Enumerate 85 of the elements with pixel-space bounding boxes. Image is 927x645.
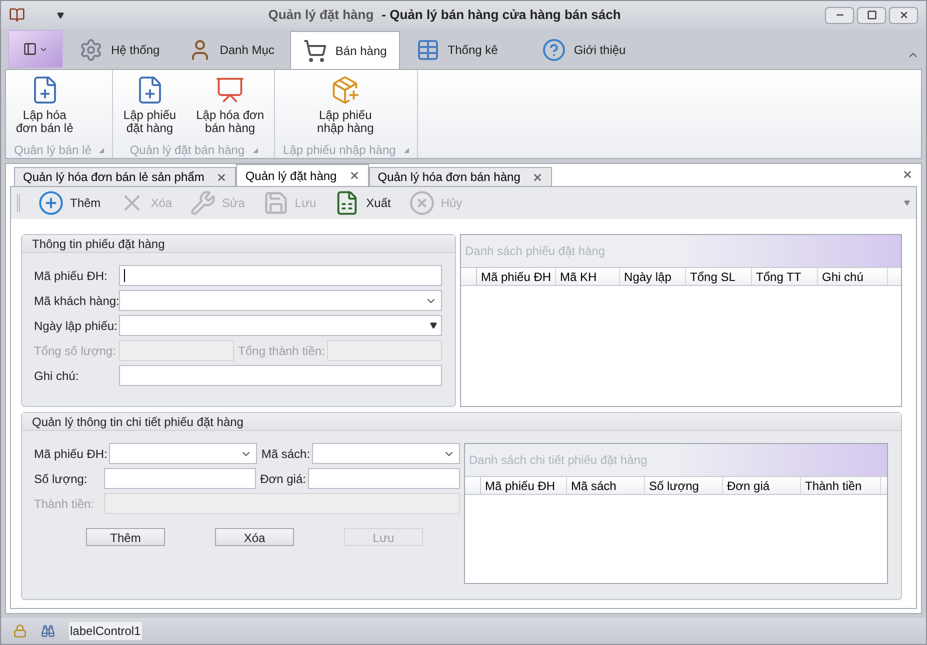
grid-caption: Danh sách phiếu đặt hàng — [465, 243, 606, 260]
form-button[interactable]: Xóa — [215, 528, 294, 546]
document-tab[interactable]: Quản lý hóa đơn bán hàng — [368, 167, 552, 186]
ribbon-group-label: Lập phiếu nhập hàng — [283, 142, 396, 159]
column-header[interactable]: Thành tiền — [801, 477, 881, 494]
toolbar-button[interactable]: Thêm — [38, 190, 101, 216]
column-header[interactable]: Ghi chú — [818, 268, 888, 285]
close-icon[interactable] — [902, 169, 913, 180]
ribbon-button[interactable]: Lập phiếu nhập hàng — [275, 70, 416, 142]
maximize-button[interactable] — [857, 6, 886, 24]
ribbon-tab[interactable]: Thống kê — [404, 31, 510, 69]
column-header[interactable]: Tổng SL — [686, 268, 752, 285]
dropdown-field[interactable] — [119, 290, 442, 311]
help-icon — [542, 38, 566, 62]
close-icon — [898, 10, 908, 20]
status-label: labelControl1 — [69, 622, 142, 640]
quick-access-dropdown-icon[interactable] — [57, 12, 64, 18]
ribbon-group-label: Quản lý đặt bán hàng — [130, 142, 245, 159]
column-header[interactable]: Mã phiếu ĐH — [481, 477, 567, 494]
input-field[interactable] — [119, 265, 442, 286]
field-label: Thành tiền: — [34, 496, 96, 512]
close-tab-icon[interactable] — [216, 172, 228, 182]
group-launcher-icon[interactable] — [252, 148, 258, 152]
close-button[interactable] — [889, 6, 918, 24]
close-tab-icon[interactable] — [348, 170, 360, 181]
application-menu-button[interactable] — [8, 30, 63, 68]
cart-icon — [303, 38, 328, 62]
toolbar-dropdown-icon[interactable] — [904, 200, 910, 206]
group-launcher-icon[interactable] — [404, 148, 409, 152]
field-label: Mã phiếu ĐH: — [34, 268, 108, 284]
window-title: - Quản lý bán hàng cửa hàng bán sách — [382, 6, 621, 24]
panel-title: Thông tin phiếu đặt hàng — [32, 236, 165, 252]
input-field[interactable] — [308, 468, 460, 489]
save-icon — [262, 190, 289, 216]
column-header[interactable]: Mã phiếu ĐH — [477, 268, 556, 285]
document-tab[interactable]: Quản lý đặt hàng — [236, 164, 369, 186]
ribbon-group-label: Quản lý bán lẻ — [14, 142, 92, 159]
ribbon-tab[interactable]: Hệ thống — [67, 31, 172, 69]
cancel-icon — [408, 190, 435, 216]
field-label: Ghi chú: — [34, 368, 80, 384]
input-field[interactable] — [104, 468, 256, 489]
field-label: Đơn giá: — [260, 470, 307, 488]
table-icon — [416, 38, 440, 62]
column-header[interactable]: Số lượng — [645, 477, 723, 494]
field-label: Mã phiếu ĐH: — [34, 446, 108, 462]
group-launcher-icon[interactable] — [99, 148, 104, 152]
form-button[interactable]: Thêm — [86, 528, 165, 546]
field-label: Tổng thành tiền: — [238, 342, 326, 360]
text-cursor — [124, 269, 125, 282]
input-field[interactable] — [119, 365, 442, 386]
gears-icon — [79, 38, 103, 62]
maximize-icon — [866, 10, 876, 20]
dropdown-field[interactable] — [109, 443, 258, 464]
ribbon-tab[interactable]: Giới thiệu — [530, 31, 638, 69]
dropdown-arrow-icon — [430, 322, 437, 329]
ribbon-button[interactable]: Lập hóa đơn bán hàng — [186, 70, 274, 142]
ribbon-tab[interactable]: Danh Mục — [176, 31, 286, 69]
ribbon-button[interactable]: Lập hóa đơn bán lẻ — [6, 70, 84, 142]
wrench-icon — [190, 190, 216, 216]
column-header[interactable]: Đơn giá — [723, 477, 801, 494]
field-label: Số lượng: — [34, 470, 88, 488]
ribbon-tab[interactable]: Bán hàng — [290, 31, 400, 69]
ribbon-button[interactable]: Lập phiếu đặt hàng — [113, 70, 186, 142]
field-label: Mã sách: — [261, 446, 312, 462]
toolbar-button[interactable]: Xuất — [334, 190, 391, 216]
plus-icon — [38, 190, 64, 216]
close-tab-icon[interactable] — [532, 172, 544, 182]
document-tab[interactable]: Quản lý hóa đơn bán lẻ sản phẩm — [14, 167, 236, 186]
column-header[interactable]: Mã sách — [567, 477, 645, 494]
column-header[interactable]: Tổng TT — [752, 268, 818, 285]
panel-title: Quản lý thông tin chi tiết phiếu đặt hàng — [32, 414, 244, 430]
app-icon[interactable] — [9, 7, 25, 23]
panel-icon — [23, 42, 37, 56]
document-title: Quản lý đặt hàng — [268, 6, 374, 24]
lock-icon[interactable] — [13, 624, 27, 638]
dropdown-field[interactable] — [312, 443, 460, 464]
field-label: Mã khách hàng: — [34, 292, 119, 310]
field-label: Tổng số lượng: — [34, 342, 117, 360]
field-label: Ngày lập phiếu: — [34, 318, 118, 334]
grid-caption: Danh sách chi tiết phiếu đặt hàng — [469, 452, 648, 469]
binoculars-icon[interactable] — [41, 624, 55, 638]
date-field[interactable] — [119, 315, 442, 336]
column-header[interactable]: Mã KH — [556, 268, 620, 285]
column-header[interactable]: Ngày lập — [620, 268, 686, 285]
toolbar-grip[interactable] — [17, 194, 20, 212]
